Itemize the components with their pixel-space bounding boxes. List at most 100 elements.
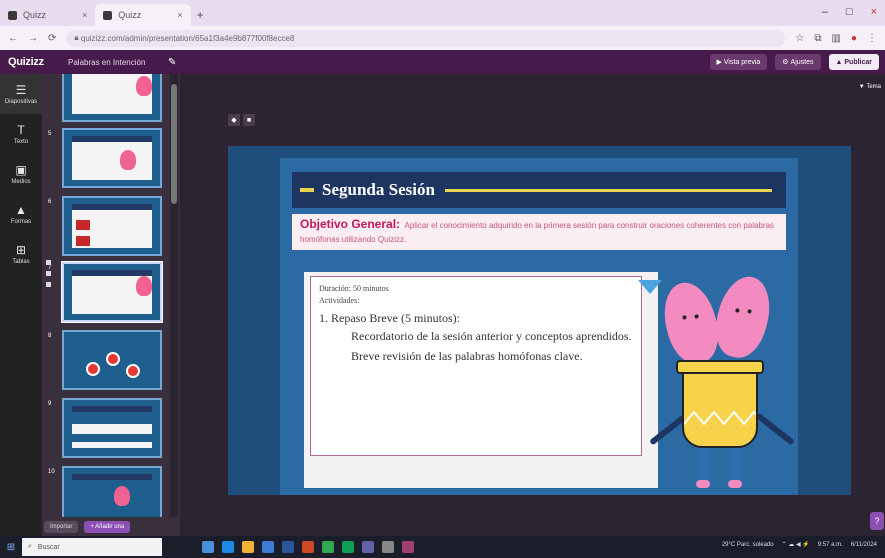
minimize-button[interactable]: – bbox=[822, 6, 828, 18]
content-card: Duración: 50 minutos Actividades: 1. Rep… bbox=[304, 272, 658, 488]
slide-panel: Segunda Sesión Objetivo General: Aplicar… bbox=[280, 158, 798, 495]
search-icon: ⌕ bbox=[28, 543, 32, 550]
slide-thumbnail[interactable] bbox=[62, 128, 162, 188]
objective-box[interactable]: Objetivo General: Aplicar el conocimient… bbox=[292, 214, 786, 250]
title-underline bbox=[444, 188, 772, 192]
word-icon[interactable] bbox=[282, 541, 294, 553]
clock-date[interactable]: 6/11/2024 bbox=[851, 542, 877, 548]
settings-button[interactable]: ⚙ Ajustes bbox=[775, 54, 821, 70]
close-tab-icon[interactable]: × bbox=[177, 10, 182, 20]
character-left-leg bbox=[700, 448, 708, 482]
publish-label: Publicar bbox=[844, 58, 872, 66]
duplicate-icon[interactable] bbox=[46, 260, 51, 265]
system-tray: 29°C Parc. soleado ⌃ ☁ ◀ ⚡ 9:57 a.m. 6/1… bbox=[722, 541, 877, 549]
slide-thumbnail[interactable] bbox=[62, 74, 162, 122]
store-icon[interactable] bbox=[262, 541, 274, 553]
thumb-circle-icon bbox=[106, 352, 120, 366]
tab-favicon-icon bbox=[103, 10, 113, 20]
edge-icon[interactable] bbox=[222, 541, 234, 553]
theme-button[interactable]: ▼ Tema bbox=[859, 84, 881, 90]
windows-taskbar: ⊞ ⌕ Buscar 29°C Parc. soleado ⌃ ☁ ◀ ⚡ 9:… bbox=[0, 536, 885, 558]
rail-label: Diapositivas bbox=[4, 99, 38, 105]
help-button[interactable]: ? bbox=[870, 512, 884, 530]
slide-thumbnail[interactable] bbox=[62, 196, 162, 256]
menu-dots-icon[interactable]: ⋮ bbox=[867, 33, 877, 44]
slide-thumbnail-selected[interactable] bbox=[62, 262, 162, 322]
forward-icon[interactable]: → bbox=[28, 33, 38, 44]
task-view-icon[interactable] bbox=[202, 541, 214, 553]
publish-button[interactable]: ▲ Publicar bbox=[828, 54, 879, 70]
rail-text[interactable]: T Texto bbox=[0, 114, 42, 154]
app-icon[interactable] bbox=[382, 541, 394, 553]
copy-icon[interactable] bbox=[46, 271, 51, 276]
slide-thumb-slot[interactable]: 9 bbox=[48, 398, 176, 462]
windows-start-icon[interactable]: ⊞ bbox=[0, 536, 22, 558]
pot-zigzag-pattern bbox=[684, 410, 756, 426]
back-icon[interactable]: ← bbox=[8, 33, 18, 44]
rail-tables[interactable]: ⊞ Tablas bbox=[0, 234, 42, 274]
import-button[interactable]: Importar bbox=[44, 520, 79, 533]
edit-pencil-icon[interactable]: ✎ bbox=[168, 57, 176, 68]
app-icon[interactable] bbox=[402, 541, 414, 553]
rail-label: Medios bbox=[11, 179, 31, 185]
extensions-icon[interactable]: ⧉ bbox=[814, 33, 821, 44]
rail-shapes[interactable]: ▲ Formas bbox=[0, 194, 42, 234]
profile-icon[interactable]: ● bbox=[851, 33, 857, 44]
maximize-button[interactable]: □ bbox=[846, 6, 853, 18]
close-window-button[interactable]: × bbox=[871, 6, 877, 18]
slide-number: 9 bbox=[48, 401, 52, 407]
weather-widget[interactable]: 29°C Parc. soleado bbox=[722, 542, 774, 548]
thumb-character-icon bbox=[114, 486, 130, 506]
powerpoint-icon[interactable] bbox=[302, 541, 314, 553]
quizizz-logo[interactable]: Quizizz bbox=[8, 56, 68, 68]
rail-slides[interactable]: ☰ Diapositivas bbox=[0, 74, 42, 114]
thumbnails-scrollbar[interactable] bbox=[170, 74, 178, 536]
thumb-body bbox=[72, 136, 152, 180]
character-pot bbox=[682, 366, 758, 448]
plant-character-illustration bbox=[649, 271, 800, 496]
reload-icon[interactable]: ⟳ bbox=[48, 33, 56, 44]
slide-thumb-slot[interactable] bbox=[48, 74, 176, 126]
thumb-circle-icon bbox=[126, 364, 140, 378]
new-tab-button[interactable]: + bbox=[191, 8, 210, 22]
app-icon[interactable] bbox=[342, 541, 354, 553]
pointer-icon[interactable]: ◆ bbox=[228, 114, 240, 126]
browser-tab-2[interactable]: Quizz × bbox=[95, 4, 191, 26]
slide-thumb-slot[interactable]: 5 bbox=[48, 128, 176, 192]
url-field[interactable]: 🔒︎ quizizz.com/admin/presentation/65a1f3… bbox=[66, 29, 786, 47]
slide-title[interactable]: Segunda Sesión bbox=[322, 180, 435, 200]
scrollbar-thumb[interactable] bbox=[171, 84, 177, 204]
character-right-leaf bbox=[708, 271, 778, 363]
thumbnails-footer: Importar + Añadir una bbox=[42, 517, 180, 536]
browser-tab-1[interactable]: Quizz × bbox=[0, 4, 95, 26]
chrome-icon[interactable] bbox=[322, 541, 334, 553]
slide-canvas[interactable]: Segunda Sesión Objetivo General: Aplicar… bbox=[228, 146, 851, 495]
delete-icon[interactable] bbox=[46, 282, 51, 287]
taskbar-search[interactable]: ⌕ Buscar bbox=[22, 538, 162, 556]
close-tab-icon[interactable]: × bbox=[82, 10, 87, 20]
thumb-title-bar bbox=[72, 406, 152, 412]
teams-icon[interactable] bbox=[362, 541, 374, 553]
sidebar-icon[interactable]: ▥ bbox=[832, 33, 841, 44]
bookmark-star-icon[interactable]: ☆ bbox=[795, 33, 804, 44]
slide-thumb-slot[interactable]: 6 bbox=[48, 196, 176, 260]
slide-thumbnail[interactable] bbox=[62, 330, 162, 390]
tray-icons[interactable]: ⌃ ☁ ◀ ⚡ bbox=[782, 541, 810, 548]
rail-media[interactable]: ▣ Medios bbox=[0, 154, 42, 194]
app-header: Quizizz Palabras en Intención ✎ ▶ Vista … bbox=[0, 50, 885, 74]
slide-thumb-slot[interactable]: 8 bbox=[48, 330, 176, 394]
layout-icon[interactable]: ■ bbox=[243, 114, 255, 126]
slide-thumbnails-panel: 5 6 7 8 9 10 bbox=[42, 74, 180, 536]
add-slide-button[interactable]: + Añadir una bbox=[84, 520, 131, 533]
slides-icon: ☰ bbox=[15, 83, 27, 97]
slide-number: 6 bbox=[48, 199, 52, 205]
clock-time[interactable]: 9:57 a.m. bbox=[818, 542, 843, 548]
character-right-shoe bbox=[728, 480, 742, 488]
slide-thumb-slot[interactable]: 7 bbox=[48, 262, 176, 326]
file-explorer-icon[interactable] bbox=[242, 541, 254, 553]
activities-textbox[interactable]: Duración: 50 minutos Actividades: 1. Rep… bbox=[310, 276, 642, 456]
presentation-title[interactable]: Palabras en Intención bbox=[68, 58, 168, 67]
character-right-arm bbox=[755, 412, 795, 446]
preview-button[interactable]: ▶ Vista previa bbox=[709, 54, 768, 70]
slide-thumbnail[interactable] bbox=[62, 398, 162, 458]
